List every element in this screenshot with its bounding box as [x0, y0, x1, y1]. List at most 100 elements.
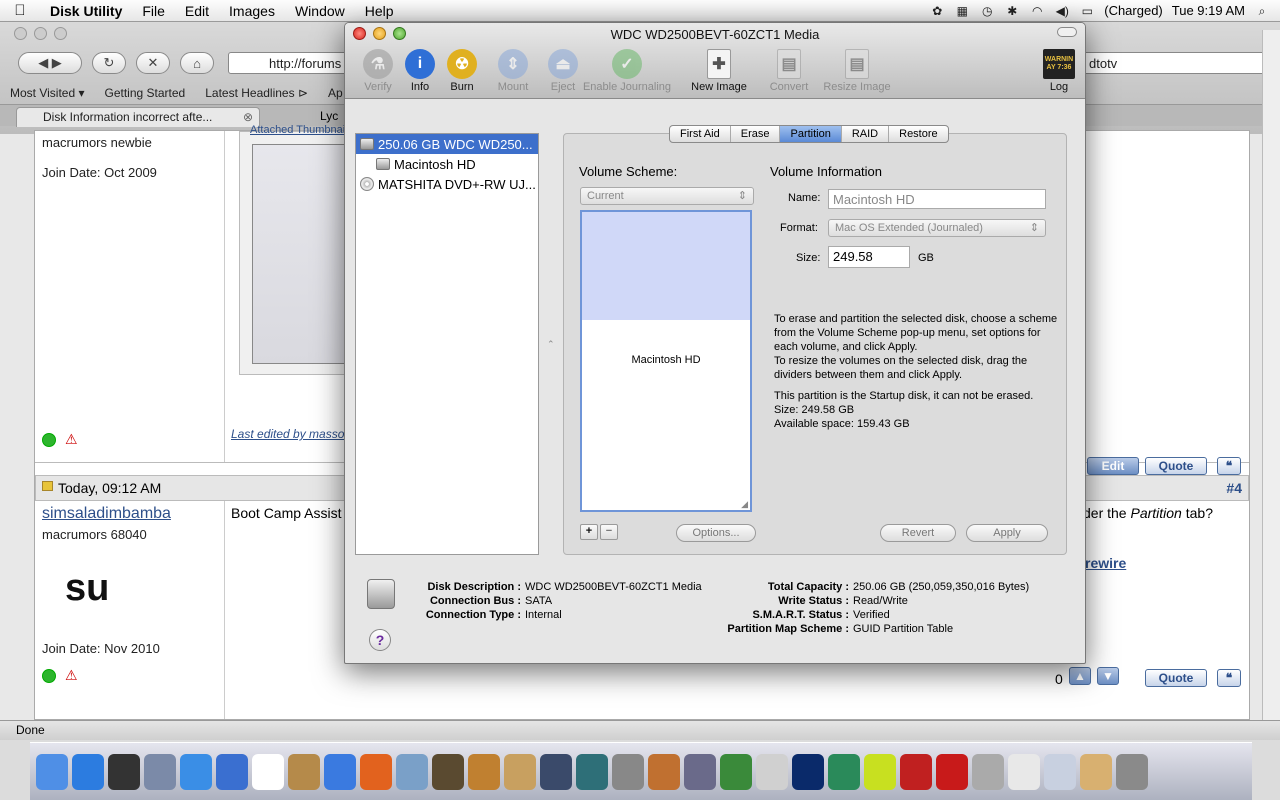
home-icon[interactable]: ⌂ — [180, 52, 214, 74]
toolbar-toggle-button[interactable] — [1057, 27, 1077, 37]
volume-icon[interactable]: ◀) — [1054, 4, 1070, 18]
time-machine-icon[interactable] — [576, 753, 608, 790]
help-button[interactable]: ? — [369, 629, 391, 651]
multi-quote-icon[interactable]: ❝ — [1217, 669, 1241, 687]
folder-icon[interactable] — [1080, 753, 1112, 790]
photoshop-icon[interactable] — [792, 753, 824, 790]
safari-icon[interactable] — [180, 753, 212, 790]
bookmark-item[interactable]: Most Visited ▾ — [0, 86, 95, 100]
menu-file[interactable]: File — [132, 3, 175, 19]
tab-disk-information[interactable]: Disk Information incorrect afte... ⊗ — [16, 107, 260, 127]
firefox-icon[interactable] — [360, 753, 392, 790]
split-handle[interactable]: ⌃ — [547, 339, 555, 350]
minimize-button[interactable] — [373, 27, 386, 40]
menu-help[interactable]: Help — [355, 3, 404, 19]
remove-partition-button[interactable]: − — [600, 524, 618, 540]
enable-journaling-button[interactable]: ✓ Enable Journaling — [577, 49, 677, 93]
zoom-button[interactable] — [54, 27, 67, 40]
minimize-button[interactable] — [34, 27, 47, 40]
tab-partition[interactable]: Partition — [780, 126, 842, 142]
bluetooth-icon[interactable]: ✱ — [1004, 4, 1020, 18]
spotlight-icon[interactable]: ⌕ — [1254, 4, 1270, 18]
volume-item[interactable]: Macintosh HD — [356, 154, 538, 174]
tab-restore[interactable]: Restore — [889, 126, 948, 142]
stop-icon[interactable]: ✕ — [136, 52, 170, 74]
dvd-item[interactable]: MATSHITA DVD+-RW UJ... — [356, 174, 538, 194]
tab-raid[interactable]: RAID — [842, 126, 890, 142]
report-icon[interactable]: ⚠ — [65, 431, 78, 448]
finder-icon[interactable] — [36, 753, 68, 790]
system-prefs-icon[interactable] — [612, 753, 644, 790]
disk-item[interactable]: 250.06 GB WDC WD250... — [356, 134, 538, 154]
resize-grip-icon[interactable]: ◢ — [741, 499, 748, 510]
google-icon[interactable]: ▦ — [954, 4, 970, 18]
documents-icon[interactable] — [1008, 753, 1040, 790]
add-partition-button[interactable]: + — [580, 524, 598, 540]
disk-utility-icon[interactable] — [972, 753, 1004, 790]
options-button[interactable]: Options... — [676, 524, 756, 542]
revert-button[interactable]: Revert — [880, 524, 956, 542]
close-tab-icon[interactable]: ⊗ — [243, 110, 253, 124]
numbers-icon[interactable] — [720, 753, 752, 790]
zoom-button[interactable] — [393, 27, 406, 40]
edit-button[interactable]: Edit — [1087, 457, 1139, 475]
menu-clock[interactable]: Tue 9:19 AM — [1172, 3, 1245, 18]
report-icon[interactable]: ⚠ — [65, 667, 78, 684]
imovie-icon[interactable] — [432, 753, 464, 790]
fireworks-icon[interactable] — [864, 753, 896, 790]
bookmark-item[interactable]: Latest Headlines ⊳ — [195, 86, 318, 100]
menu-edit[interactable]: Edit — [175, 3, 219, 19]
itunes-icon[interactable] — [324, 753, 356, 790]
garageband-icon[interactable] — [468, 753, 500, 790]
time-machine-icon[interactable]: ◷ — [979, 4, 995, 18]
menu-window[interactable]: Window — [285, 3, 355, 19]
tab-first-aid[interactable]: First Aid — [670, 126, 731, 142]
name-field[interactable]: Macintosh HD — [828, 189, 1046, 209]
scrollbar[interactable] — [1262, 30, 1280, 720]
flash-icon[interactable] — [900, 753, 932, 790]
downloads-icon[interactable] — [1044, 753, 1076, 790]
trash-icon[interactable] — [1116, 753, 1148, 790]
username-link[interactable]: simsaladimbamba — [42, 505, 171, 523]
quote-button[interactable]: Quote — [1145, 669, 1207, 687]
menu-app-name[interactable]: Disk Utility — [40, 3, 132, 19]
wifi-icon[interactable]: ◠ — [1029, 4, 1045, 18]
format-popup[interactable]: Mac OS Extended (Journaled) ⇕ — [828, 219, 1046, 237]
new-image-button[interactable]: ✚ New Image — [679, 49, 759, 93]
apply-button[interactable]: Apply — [966, 524, 1048, 542]
menu-images[interactable]: Images — [219, 3, 285, 19]
status-app-icon[interactable]: ✿ — [929, 4, 945, 18]
pixelmator-icon[interactable] — [684, 753, 716, 790]
close-button[interactable] — [14, 27, 27, 40]
iphoto-icon[interactable] — [396, 753, 428, 790]
battery-icon[interactable]: ▭ — [1079, 4, 1095, 18]
post-number[interactable]: #4 — [1226, 480, 1242, 496]
apple-menu-icon[interactable]:  — [0, 2, 40, 19]
partition-map[interactable]: Macintosh HD ◢ — [580, 210, 752, 512]
dashboard-icon[interactable] — [108, 753, 140, 790]
up-arrow-icon[interactable]: ▲ — [1069, 667, 1091, 685]
back-forward-button[interactable]: ◀ ▶ — [18, 52, 82, 74]
photo-icon[interactable] — [288, 753, 320, 790]
mail-stamp-icon[interactable] — [144, 753, 176, 790]
keynote-icon[interactable] — [648, 753, 680, 790]
down-arrow-icon[interactable]: ▼ — [1097, 667, 1119, 685]
multi-quote-icon[interactable]: ❝ — [1217, 457, 1241, 475]
app-store-icon[interactable] — [72, 753, 104, 790]
last-edited-link[interactable]: Last edited by masso — [231, 427, 344, 441]
volume-scheme-popup[interactable]: Current ⇕ — [580, 187, 754, 205]
pages-icon[interactable] — [756, 753, 788, 790]
bookmark-item[interactable]: Getting Started — [95, 86, 196, 100]
ical-icon[interactable] — [252, 753, 284, 790]
quote-button[interactable]: Quote — [1145, 457, 1207, 475]
reload-icon[interactable]: ↻ — [92, 52, 126, 74]
tab-erase[interactable]: Erase — [731, 126, 781, 142]
acrobat-icon[interactable] — [936, 753, 968, 790]
burn-button[interactable]: ☢ Burn — [437, 49, 487, 93]
size-field[interactable]: 249.58 — [828, 246, 910, 268]
close-button[interactable] — [353, 27, 366, 40]
post-link[interactable]: rewire — [1085, 555, 1126, 571]
preview-icon[interactable] — [504, 753, 536, 790]
log-button[interactable]: WARNIN AY 7:36 Log — [1029, 49, 1085, 93]
thumbnail-image[interactable] — [252, 144, 350, 364]
